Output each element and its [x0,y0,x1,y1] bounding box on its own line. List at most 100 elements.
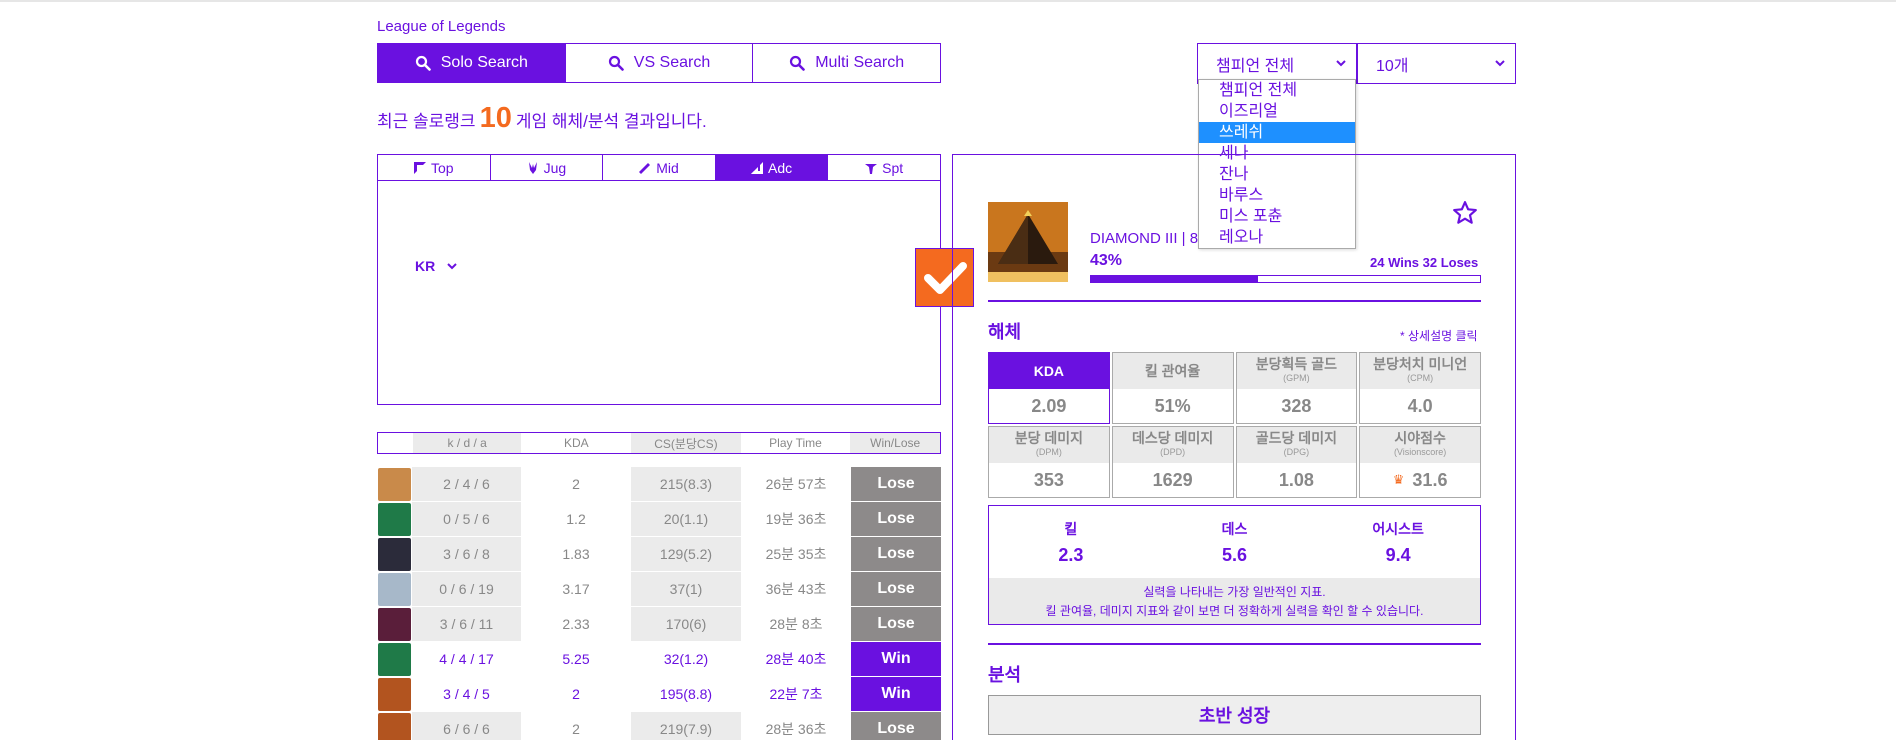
table-row[interactable]: 3 / 6 / 11 2.33 170(6) 28분 8초 Lose [377,607,941,642]
lane-tabs: Top Jug Mid Adc Spt [377,154,941,181]
chevron-down-icon [447,262,457,269]
table-row[interactable]: 3 / 4 / 5 2 195(8.8) 22분 7초 Win [377,677,941,712]
result-cell: Lose [851,712,941,740]
champion-avatar-cell [377,537,412,571]
dropdown-option-highlighted[interactable]: 쓰레쉬 [1199,122,1355,143]
result-cell: Win [851,677,941,711]
result-cell: Lose [851,572,941,606]
headline-prefix: 최근 솔로랭크 [377,112,476,131]
table-row[interactable]: 2 / 4 / 6 2 215(8.3) 26분 57초 Lose [377,467,941,502]
lane-tab-adc[interactable]: Adc [715,155,829,180]
match-table-body: 2 / 4 / 6 2 215(8.3) 26분 57초 Lose 0 / 5 / 6 1.… [377,467,941,740]
tab-vs-search[interactable]: VS Search [565,44,754,82]
tab-label: Solo Search [440,54,528,71]
search-icon [790,55,806,71]
stat-value-wrap: ♛ 31.6 [1360,463,1480,497]
detail-link[interactable]: * 상세설명 클릭 [1400,327,1478,344]
divider [988,300,1481,302]
region-select[interactable]: KR [415,258,457,274]
stat-cell-dpm[interactable]: 분당 데미지 (DPM) 353 [988,426,1110,498]
play-time-cell: 19분 36초 [765,511,827,527]
result-cell: Lose [851,467,941,501]
table-row[interactable]: 3 / 6 / 8 1.83 129(5.2) 25분 35초 Lose [377,537,941,572]
count-select-value: 10개 [1376,57,1409,75]
table-row[interactable]: 4 / 4 / 17 5.25 32(1.2) 28분 40초 Win [377,642,941,677]
result-cell: Lose [851,502,941,536]
early-growth-header: 초반 성장 [988,695,1481,735]
stat-cell-gpm[interactable]: 분당획득 골드 (GPM) 328 [1235,352,1358,424]
play-time-cell: 26분 57초 [765,476,827,492]
kda-detail-box: 킬 2.3 데스 5.6 어시스트 9.4 실력을 나타내는 가장 일반적인 지… [988,505,1481,625]
stat-cell-vision[interactable]: 시야점수 (Visionscore) ♛ 31.6 [1359,426,1481,498]
headline-suffix: 게임 해체/분석 결과입니다. [515,112,707,131]
search-tabs: Solo Search VS Search Multi Search [377,43,941,83]
stat-value: 1629 [1152,469,1193,490]
table-row[interactable]: 6 / 6 / 6 2 219(7.9) 28분 36초 Lose [377,712,941,740]
champion-select[interactable]: 챔피언 전체 [1197,43,1357,84]
lane-tab-support[interactable]: Spt [828,155,940,180]
table-row[interactable]: 0 / 6 / 19 3.17 37(1) 36분 43초 Lose [377,572,941,607]
lane-content-area [377,180,941,405]
champion-avatar [378,607,411,641]
chevron-down-icon [1336,60,1346,67]
kda-cell: 1.2 [566,511,586,527]
rank-text: DIAMOND III | 8 [1090,230,1199,247]
dropdown-option[interactable]: 챔피언 전체 [1199,80,1355,101]
winrate-progress-fill [1091,276,1259,282]
kda-line-cell: 0 / 6 / 19 [412,572,521,606]
result-cell: Lose [851,607,941,641]
lane-label: Jug [543,159,567,176]
champion-avatar [378,642,411,676]
table-row[interactable]: 0 / 5 / 6 1.2 20(1.1) 19분 36초 Lose [377,502,941,537]
champion-avatar-cell [377,467,412,501]
tab-solo-search[interactable]: Solo Search [378,44,566,82]
search-icon [415,55,431,71]
lane-tab-mid[interactable]: Mid [603,155,716,180]
champion-avatar [378,502,411,536]
lane-tab-jungle[interactable]: Jug [491,155,604,180]
stat-cell-kill-participation[interactable]: 킬 관여율 51% [1111,352,1234,424]
crown-icon: ♛ [1392,472,1405,487]
match-table-header: k / d / a KDA CS(분당CS) Play Time Win/Los… [377,432,941,454]
header-kda: KDA [563,436,589,450]
kda-line-cell: 3 / 6 / 11 [412,607,521,641]
stat-value: 4.0 [1407,395,1433,416]
tab-multi-search[interactable]: Multi Search [753,44,941,82]
stat-cell-dpd[interactable]: 데스당 데미지 (DPD) 1629 [1111,426,1234,498]
cs-cell: 20(1.1) [631,502,741,536]
dropdown-option[interactable]: 이즈리얼 [1199,101,1355,122]
lane-tab-top[interactable]: Top [378,155,491,180]
stat-sub-label: (DPD) [1160,447,1186,457]
stat-label: 분당처치 미니언 (CPM) [1360,353,1480,389]
result-cell: Win [851,642,941,676]
stat-label: 시야점수 (Visionscore) [1360,427,1480,463]
analysis-title: 분석 [988,665,1022,685]
cs-cell: 37(1) [631,572,741,606]
kill-label: 킬 [1064,520,1078,537]
stat-label: 킬 관여율 [1112,353,1233,389]
cs-cell: 129(5.2) [631,537,741,571]
header-win-lose: Win/Lose [850,433,940,453]
result-cell: Lose [851,537,941,571]
stat-label: 골드당 데미지 (DPG) [1236,427,1357,463]
kda-description: 실력을 나타내는 가장 일반적인 지표. 킬 관여율, 데미지 지표와 같이 보… [989,578,1480,624]
winrate-progress-bar [1090,275,1481,283]
kda-line-cell: 2 / 4 / 6 [412,467,521,501]
stat-cell-dpg[interactable]: 골드당 데미지 (DPG) 1.08 [1235,426,1358,498]
star-icon[interactable] [1452,200,1478,226]
stat-cell-cpm[interactable]: 분당처치 미니언 (CPM) 4.0 [1359,352,1481,424]
count-select[interactable]: 10개 [1357,43,1516,84]
stat-cell-kda[interactable]: KDA 2.09 [988,352,1110,424]
play-time-cell: 28분 36초 [765,721,827,737]
kda-cell: 2 [572,686,580,702]
stat-value: 353 [1033,469,1064,490]
kda-note-line-1: 실력을 나타내는 가장 일반적인 지표. [1143,585,1326,599]
result-headline: 최근 솔로랭크 10 게임 해체/분석 결과입니다. [377,102,707,135]
cs-cell: 170(6) [631,607,741,641]
play-time-cell: 25분 35초 [765,546,827,562]
stat-label: 데스당 데미지 (DPD) [1112,427,1233,463]
play-time-cell: 28분 8초 [769,616,823,632]
header-cs: CS(분당CS) [631,433,741,453]
champion-avatar [378,677,411,711]
stat-value: 31.6 [1412,469,1448,490]
